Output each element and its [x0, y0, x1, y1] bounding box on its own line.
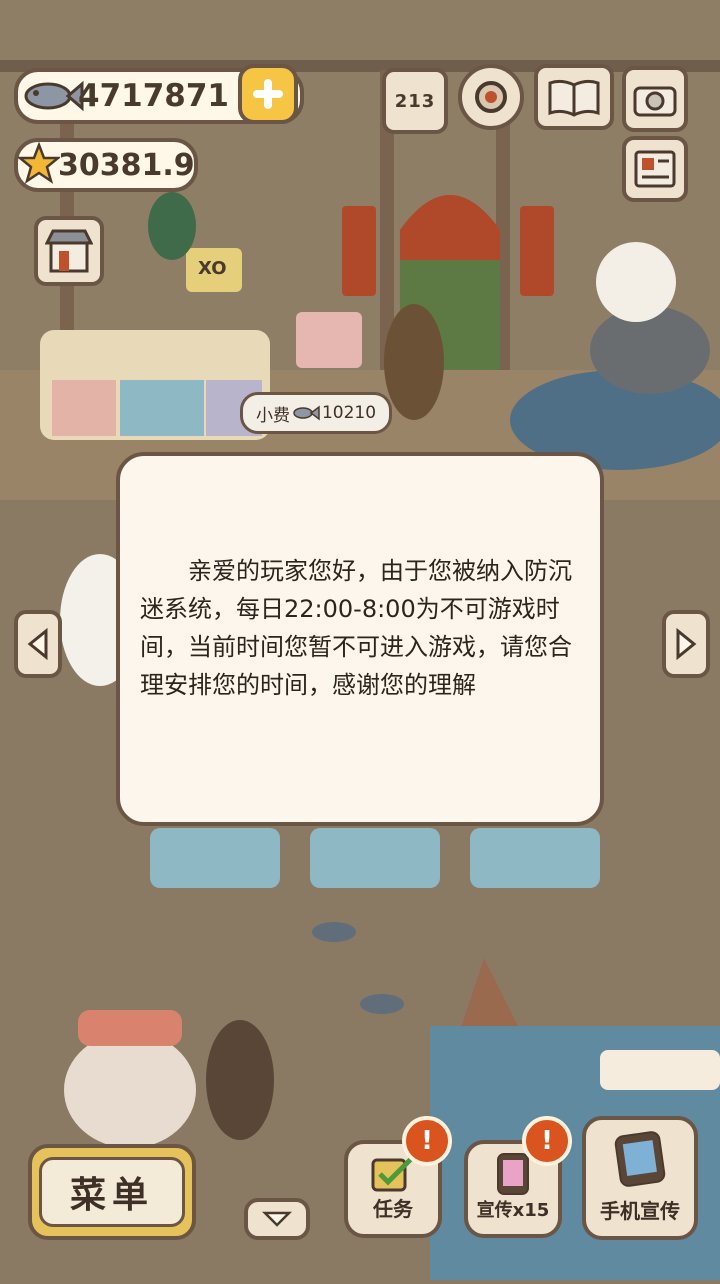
- down-arrow-icon: [262, 1211, 292, 1227]
- dialog-message: 亲爱的玩家您好，由于您被纳入防沉迷系统，每日22:00-8:00为不可游戏时间，…: [140, 557, 572, 699]
- scroll-down-button[interactable]: [244, 1198, 310, 1240]
- add-currency-button[interactable]: [238, 64, 298, 124]
- alert-icon: !: [421, 1126, 433, 1156]
- checkmark-icon: [371, 1156, 414, 1192]
- phone-promote-button[interactable]: 手机宣传: [582, 1116, 698, 1240]
- plus-icon: [253, 79, 283, 109]
- phone-promote-label: 手机宣传: [600, 1199, 680, 1223]
- promote-label: 宣传x15: [476, 1200, 550, 1221]
- menu-button[interactable]: 菜单: [28, 1144, 196, 1240]
- anti-addiction-dialog: 亲爱的玩家您好，由于您被纳入防沉迷系统，每日22:00-8:00为不可游戏时间，…: [116, 452, 604, 826]
- phone-icon: [614, 1131, 666, 1187]
- shop-button[interactable]: [34, 216, 104, 286]
- alert-icon: !: [541, 1126, 553, 1156]
- camera-button[interactable]: [622, 66, 688, 132]
- tip-amount: 10210: [321, 403, 377, 423]
- right-arrow-icon: [676, 628, 697, 660]
- star-currency: 30381.9: [14, 138, 198, 192]
- scroll-right-button[interactable]: [662, 610, 710, 678]
- tip-label: 小费: [255, 405, 290, 426]
- tasks-alert-badge: !: [402, 1116, 452, 1166]
- fish-icon: [22, 76, 84, 120]
- book-icon: [548, 79, 600, 117]
- promote-alert-badge: !: [522, 1116, 572, 1166]
- tasks-label: 任务: [373, 1197, 413, 1221]
- tip-bubble[interactable]: 小费 10210: [240, 392, 392, 434]
- ranking-button[interactable]: 213: [382, 68, 448, 134]
- camera-icon: [633, 86, 677, 117]
- gear-icon: [475, 81, 507, 113]
- newspaper-button[interactable]: [622, 136, 688, 202]
- ranking-icon: 213: [394, 90, 436, 112]
- settings-button[interactable]: [458, 64, 524, 130]
- star-count: 30381.9: [58, 147, 195, 183]
- phone-icon: [497, 1153, 529, 1195]
- menu-button-face: 菜单: [39, 1157, 185, 1227]
- left-arrow-icon: [27, 628, 48, 660]
- collection-book-button[interactable]: [534, 64, 614, 130]
- scroll-left-button[interactable]: [14, 610, 62, 678]
- sign-board-text: XO: [198, 258, 227, 279]
- star-icon: [16, 141, 62, 188]
- fish-count: 4717871: [78, 78, 229, 114]
- fish-icon: [293, 405, 320, 421]
- menu-label: 菜单: [69, 1175, 154, 1216]
- newspaper-icon: [634, 150, 676, 188]
- shop-icon: [45, 229, 93, 273]
